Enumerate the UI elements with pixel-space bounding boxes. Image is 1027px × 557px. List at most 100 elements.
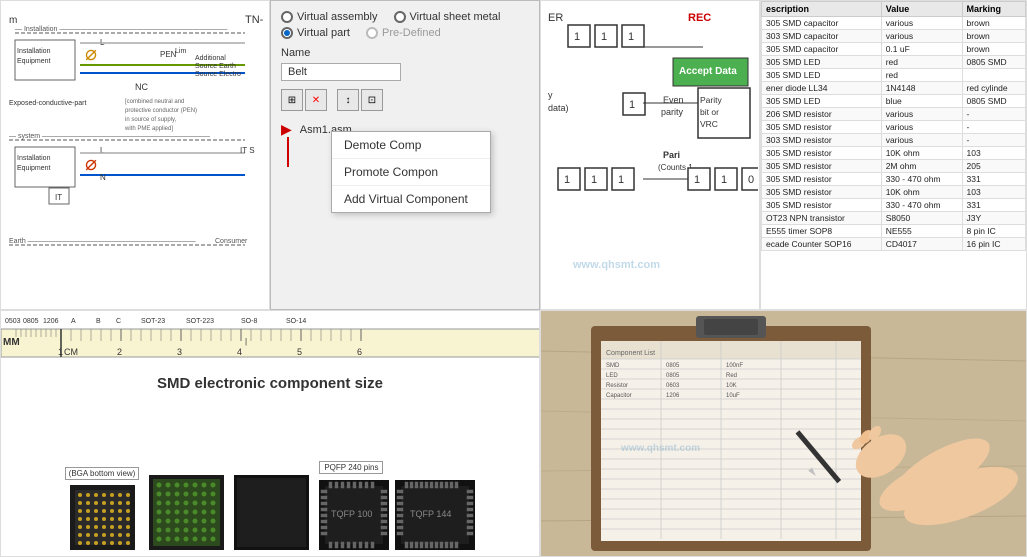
chip-tqfp144: TQFP 144 [395, 480, 475, 550]
svg-text:1: 1 [618, 174, 624, 186]
svg-text:Consumer: Consumer [215, 238, 248, 245]
cell-value: 1N4148 [881, 82, 962, 95]
radio-virtual-sheet[interactable]: Virtual sheet metal [394, 11, 501, 23]
radio-label-sheet: Virtual sheet metal [410, 11, 501, 23]
svg-text:TN-: TN- [245, 14, 264, 26]
svg-text:0805: 0805 [23, 318, 39, 325]
menu-item-demote[interactable]: Demote Comp [332, 132, 490, 159]
chips-row: (BGA bottom view) [55, 396, 486, 556]
svg-text:Source Earth: Source Earth [195, 63, 236, 70]
cell-value: 10K ohm [881, 147, 962, 160]
svg-text:Source Electro: Source Electro [195, 71, 241, 78]
svg-text:LED: LED [606, 373, 618, 379]
cell-description: 305 SMD LED [762, 95, 882, 108]
menu-item-promote[interactable]: Promote Compon [332, 159, 490, 186]
svg-text:2: 2 [117, 347, 122, 357]
svg-text:6: 6 [357, 347, 362, 357]
svg-text:Equipment: Equipment [17, 58, 51, 65]
svg-text:1: 1 [601, 31, 607, 43]
cell-marking: brown [962, 43, 1025, 56]
cell-value: S8050 [881, 212, 962, 225]
cell-value: various [881, 108, 962, 121]
cell-description: 206 SMD resistor [762, 108, 882, 121]
cell-marking: brown [962, 30, 1025, 43]
radio-label-assembly: Virtual assembly [297, 11, 378, 23]
col-value: Value [881, 2, 962, 17]
svg-text:0603: 0603 [666, 383, 680, 389]
radio-circle-assembly [281, 11, 293, 23]
radio-circle-predefined [366, 27, 378, 39]
svg-text:Additional: Additional [195, 55, 226, 62]
cell-marking: 205 [962, 160, 1025, 173]
svg-text:1: 1 [694, 174, 700, 186]
table-row: 305 SMD resistor330 - 470 ohm331 [762, 199, 1026, 212]
svg-text:1: 1 [629, 99, 635, 111]
table-row: 303 SMD capacitorvariousbrown [762, 30, 1026, 43]
cell-marking: 16 pin IC [962, 238, 1025, 251]
radio-virtual-assembly[interactable]: Virtual assembly [281, 11, 378, 23]
menu-item-add-virtual[interactable]: Add Virtual Component [332, 186, 490, 212]
chip-black-square [234, 475, 309, 550]
name-input[interactable]: Belt [281, 63, 401, 81]
component-table: escription Value Marking 305 SMD capacit… [761, 1, 1026, 251]
svg-text:Pari: Pari [663, 150, 680, 160]
cell-value: 10K ohm [881, 186, 962, 199]
col-description: escription [762, 2, 882, 17]
svg-text:0805: 0805 [666, 363, 680, 369]
dialog-toolbar: ⊞ ✕ ↕ ⊡ [281, 89, 529, 111]
cell-value: various [881, 121, 962, 134]
svg-text:data): data) [548, 103, 569, 113]
cell-value: NE555 [881, 225, 962, 238]
svg-text:Parity: Parity [700, 95, 722, 105]
table-row: E555 timer SOP8NE5558 pin IC [762, 225, 1026, 238]
svg-text:ER: ER [548, 12, 563, 24]
cell-value: red [881, 69, 962, 82]
svg-text:SOT-23: SOT-23 [141, 318, 165, 325]
cell-marking: 331 [962, 173, 1025, 186]
cell-value: various [881, 17, 962, 30]
cell-description: 305 SMD capacitor [762, 17, 882, 30]
toolbar-icon-1[interactable]: ⊞ [281, 89, 303, 111]
svg-text:m: m [9, 15, 17, 26]
svg-text:A: A [71, 318, 76, 325]
cell-marking: red cylinde [962, 82, 1025, 95]
toolbar-icon-3[interactable]: ⊡ [361, 89, 383, 111]
svg-text:0503: 0503 [5, 318, 21, 325]
toolbar-icon-delete[interactable]: ✕ [305, 89, 327, 111]
radio-circle-part [281, 27, 293, 39]
cell-description: 303 SMD capacitor [762, 30, 882, 43]
radio-virtual-part[interactable]: Virtual part [281, 27, 350, 39]
cell-marking [962, 69, 1025, 82]
svg-text:1: 1 [721, 174, 727, 186]
clipboard-scene: Component List SMD 0805 100nF LED 0805 R… [541, 311, 1026, 556]
cell-marking: 8 pin IC [962, 225, 1025, 238]
electrical-diagram-panel: TN- m — Installation ———————————————————… [0, 0, 270, 310]
svg-text:Red: Red [726, 373, 737, 379]
cell-marking: 103 [962, 186, 1025, 199]
svg-text:Accept Data: Accept Data [679, 66, 737, 77]
cell-description: OT23 NPN transistor [762, 212, 882, 225]
radio-predefined[interactable]: Pre-Defined [366, 27, 441, 39]
table-row: 305 SMD capacitorvariousbrown [762, 17, 1026, 30]
table-row: ecade Counter SOP16CD401716 pin IC [762, 238, 1026, 251]
cell-description: 303 SMD resistor [762, 134, 882, 147]
tree-connector [287, 137, 289, 167]
svg-text:— Installation ———————————————: — Installation ———————————————————————— [15, 26, 227, 33]
cell-description: 305 SMD resistor [762, 186, 882, 199]
svg-text:— system —————————————————————: — system ———————————————————————— [9, 133, 210, 140]
svg-text:Equipment: Equipment [17, 165, 51, 172]
svg-text:1: 1 [564, 174, 570, 186]
svg-text:10uF: 10uF [726, 393, 740, 399]
name-label: Name [281, 47, 529, 59]
table-row: 206 SMD resistorvarious- [762, 108, 1026, 121]
svg-text:[combined neutral and: [combined neutral and [125, 99, 184, 105]
svg-text:CM: CM [64, 347, 78, 357]
toolbar-icon-2[interactable]: ↕ [337, 89, 359, 111]
svg-text:⌀: ⌀ [85, 153, 97, 175]
svg-text:Exposed-conductive-part: Exposed-conductive-part [9, 100, 86, 107]
svg-text:parity: parity [661, 107, 684, 117]
svg-text:1206: 1206 [43, 318, 59, 325]
svg-text:bit or: bit or [700, 107, 719, 117]
cell-description: 305 SMD resistor [762, 173, 882, 186]
svg-text:1: 1 [591, 174, 597, 186]
